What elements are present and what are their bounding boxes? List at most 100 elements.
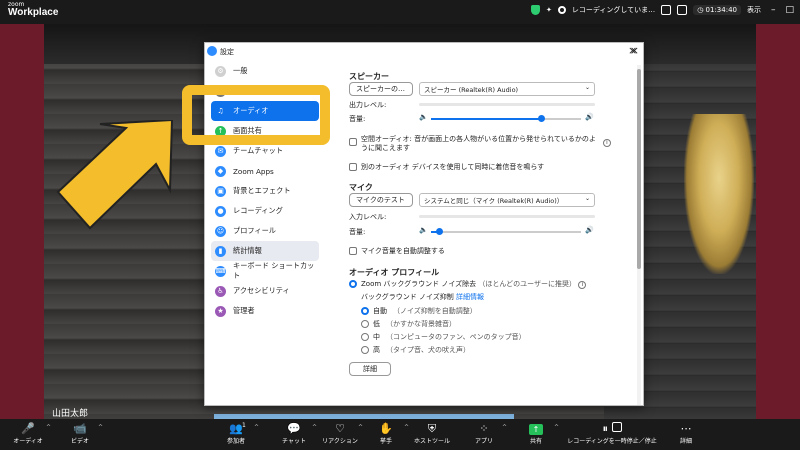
- mic-volume-knob[interactable]: [435, 228, 443, 235]
- clock-icon: ◷: [697, 6, 706, 14]
- apps-icon: ◆: [215, 165, 226, 177]
- noise-option-radio[interactable]: [361, 346, 369, 354]
- accessibility-icon: ♿: [215, 285, 226, 297]
- sidebar-item-label: レコーディング: [233, 206, 283, 215]
- info-icon[interactable]: i: [578, 281, 587, 289]
- stop-square-icon: [611, 422, 622, 432]
- noise-option-row: 高 （タイプ音、犬の吠え声）: [373, 345, 470, 355]
- audio-profile-title: オーディオ プロフィール: [349, 268, 440, 277]
- top-right-controls: ✦ レコーディングしていま… ◷ 01:34:40 表示 – □: [531, 5, 794, 15]
- minimize-icon[interactable]: –: [771, 5, 776, 15]
- mic-section-title: マイク: [349, 183, 373, 192]
- recording-icon: ●: [215, 205, 226, 217]
- bg-noise-label: バックグラウンド ノイズ抑制: [361, 293, 454, 301]
- noise-option-label: 高: [373, 346, 380, 354]
- shield-icon: ⛨: [427, 422, 437, 435]
- sidebar-item-accessibility[interactable]: ♿ アクセシビリティ: [211, 281, 319, 301]
- chevron-up-icon[interactable]: ^: [98, 424, 103, 431]
- pause-recording-icon[interactable]: [661, 5, 672, 15]
- toolbar-more-button[interactable]: ⋯ 詳細: [656, 422, 716, 445]
- test-speaker-button[interactable]: スピーカーの…: [349, 82, 413, 96]
- noise-option-radio[interactable]: [361, 320, 369, 328]
- scrollbar-thumb[interactable]: [637, 69, 641, 269]
- toolbar-label: 詳細: [679, 438, 692, 445]
- chevron-up-icon[interactable]: ^: [254, 424, 259, 431]
- share-arrow-icon: ↑: [529, 424, 543, 435]
- details-button[interactable]: 詳細: [349, 362, 391, 376]
- sidebar-item-recording[interactable]: ● レコーディング: [211, 201, 319, 221]
- input-level-meter: [419, 215, 595, 218]
- meeting-timer: ◷ 01:34:40: [693, 5, 741, 15]
- zoom-noise-label: Zoom バックグラウンド ノイズ除去: [361, 280, 477, 288]
- recording-status: レコーディングしていま…: [571, 6, 656, 14]
- toolbar-label: オーディオ: [13, 438, 43, 445]
- spatial-audio-checkbox[interactable]: [349, 138, 357, 146]
- noise-option-note: （コンピュータのファン、ペンのタップ音）: [386, 333, 526, 341]
- noise-option-note: （ノイズ抑制を自動調整）: [393, 307, 477, 315]
- sidebar-item-label: 管理者: [233, 306, 255, 315]
- toolbar-label: 共有: [529, 438, 542, 445]
- volume-high-icon: 🔊: [585, 113, 594, 121]
- noise-option-radio[interactable]: [361, 307, 369, 315]
- toolbar-participants-button[interactable]: 👥 参加者 1 ^: [206, 422, 266, 445]
- view-button[interactable]: 表示: [747, 5, 761, 15]
- close-icon[interactable]: ×: [628, 44, 637, 57]
- speaker-section-title: スピーカー: [349, 72, 389, 81]
- output-level-label: 出力レベル:: [349, 101, 387, 109]
- sidebar-item-label: チームチャット: [233, 146, 284, 155]
- sparkle-icon[interactable]: ✦: [546, 6, 552, 14]
- dialog-title: 設定: [220, 48, 234, 56]
- gear-icon: ⚙: [215, 65, 226, 77]
- noise-option-label: 自動: [373, 307, 387, 315]
- sidebar-item-label: キーボード ショートカット: [233, 261, 315, 280]
- admin-icon: ★: [215, 305, 226, 317]
- mic-device-select[interactable]: システムと同じ（マイク (Realtek(R) Audio)） ⌄: [419, 193, 595, 207]
- mic-device-value: システムと同じ（マイク (Realtek(R) Audio)）: [424, 197, 564, 205]
- test-mic-button[interactable]: マイクのテスト: [349, 193, 413, 207]
- learn-more-link[interactable]: 詳細情報: [456, 293, 484, 301]
- zoom-noise-row: Zoom バックグラウンド ノイズ除去 （ほとんどのユーザーに推奨） i: [361, 279, 587, 289]
- toolbar-video-camera-button[interactable]: 📹 ビデオ ^: [50, 422, 110, 445]
- noise-option-note: （タイプ音、犬の吠え声）: [386, 346, 470, 354]
- toolbar-shield-button[interactable]: ⛨ ホストツール: [402, 422, 462, 445]
- logo-big-text: Workplace: [8, 7, 59, 18]
- maximize-icon[interactable]: □: [785, 5, 794, 15]
- volume-high-icon: 🔊: [585, 226, 594, 234]
- annotation-highlight-box: [182, 85, 330, 145]
- toolbar-recording-controls-button[interactable]: ⏸ レコーディングを一時停止／停止: [557, 422, 667, 445]
- sidebar-item-statistics[interactable]: ▮ 統計情報: [211, 241, 319, 261]
- mic-volume-track[interactable]: [431, 231, 581, 233]
- input-level-label: 入力レベル:: [349, 213, 387, 221]
- noise-option-row: 自動 （ノイズ抑制を自動調整）: [373, 306, 477, 316]
- toolbar-label: 参加者: [226, 438, 245, 445]
- info-icon[interactable]: i: [603, 139, 611, 147]
- noise-option-radio[interactable]: [361, 333, 369, 341]
- background-icon: ▣: [215, 185, 226, 197]
- sidebar-item-profile[interactable]: ☺ プロフィール: [211, 221, 319, 241]
- top-bar: zoom Workplace ✦ レコーディングしていま… ◷ 01:34:40…: [0, 0, 800, 24]
- participant-name-label: 山田太郎: [52, 408, 89, 418]
- toolbar-apps-grid-button[interactable]: ⁘ アプリ ^: [454, 422, 514, 445]
- bg-noise-row: バックグラウンド ノイズ抑制 詳細情報: [361, 292, 484, 302]
- sidebar-item-label: 背景とエフェクト: [233, 186, 291, 195]
- toolbar-label: リアクション: [322, 438, 358, 445]
- sidebar-item-background[interactable]: ▣ 背景とエフェクト: [211, 181, 319, 201]
- sidebar-item-keyboard[interactable]: ⌨ キーボード ショートカット: [211, 261, 319, 281]
- noise-option-label: 低: [373, 320, 380, 328]
- sidebar-item-admin[interactable]: ★ 管理者: [211, 301, 319, 321]
- profile-icon: ☺: [215, 225, 226, 237]
- sidebar-item-gear[interactable]: ⚙ 一般: [211, 61, 319, 81]
- annotation-arrow-icon: [56, 120, 174, 230]
- speaker-volume-knob[interactable]: [537, 115, 545, 122]
- chat-icon: ✉: [215, 145, 226, 157]
- sidebar-item-apps[interactable]: ◆ Zoom Apps: [211, 161, 319, 181]
- auto-adjust-checkbox[interactable]: [349, 247, 357, 255]
- ring-separate-label: 別のオーディオ デバイスを使用して同時に着信音を鳴らす: [361, 163, 545, 171]
- encryption-shield-icon[interactable]: [531, 5, 540, 15]
- ring-separate-checkbox[interactable]: [349, 163, 357, 171]
- toolbar-label: レコーディングを一時停止／停止: [567, 438, 657, 445]
- output-level-meter: [419, 103, 595, 106]
- stop-recording-icon[interactable]: [677, 5, 688, 15]
- speaker-device-select[interactable]: スピーカー (Realtek(R) Audio) ⌄: [419, 82, 595, 96]
- zoom-noise-radio[interactable]: [349, 280, 357, 288]
